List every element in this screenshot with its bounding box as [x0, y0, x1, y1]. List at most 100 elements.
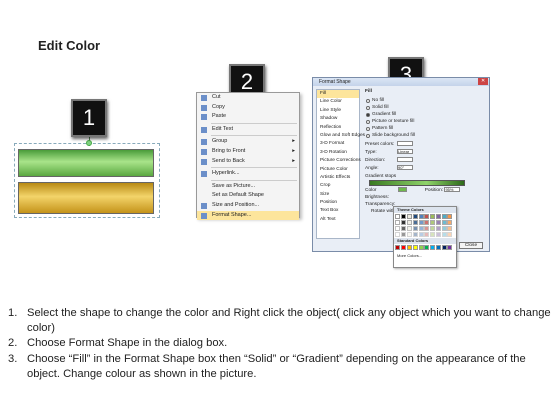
category-item[interactable]: Alt Text — [317, 216, 359, 224]
fill-option-radio[interactable]: Slide background fill — [365, 132, 487, 139]
category-item[interactable]: Picture Corrections — [317, 157, 361, 165]
gradient-stops-bar[interactable] — [369, 180, 465, 186]
color-swatch[interactable] — [435, 245, 441, 251]
color-swatch[interactable] — [441, 245, 447, 251]
color-swatch[interactable] — [441, 226, 447, 232]
menu-item-label: Format Shape... — [212, 211, 252, 218]
color-swatch[interactable] — [401, 220, 407, 226]
rotate-handle[interactable] — [86, 140, 92, 146]
color-swatch[interactable] — [412, 226, 418, 232]
color-swatch[interactable] — [406, 214, 412, 220]
close-button[interactable]: Close — [459, 242, 483, 249]
close-icon[interactable]: ✕ — [478, 78, 488, 85]
color-swatch[interactable] — [430, 232, 436, 238]
menu-item-group[interactable]: Group ▸ — [197, 137, 299, 147]
menu-item-cut[interactable]: Cut — [197, 93, 299, 103]
fill-option-radio[interactable]: No fill — [365, 97, 487, 104]
category-item[interactable]: Reflection — [317, 124, 359, 132]
color-swatch[interactable] — [430, 214, 436, 220]
category-item[interactable]: Text Box — [317, 207, 359, 215]
field-input[interactable]: 90° — [397, 165, 413, 170]
category-item[interactable]: 3-D Rotation — [317, 149, 359, 157]
field-input[interactable] — [397, 141, 413, 146]
category-item[interactable]: Line Color — [317, 98, 359, 106]
color-swatch[interactable] — [435, 226, 441, 232]
fill-option-radio[interactable]: Picture or texture fill — [365, 118, 487, 125]
color-swatch[interactable] — [441, 214, 447, 220]
color-swatch[interactable] — [395, 245, 401, 251]
menu-item-edit-text[interactable]: Edit Text — [197, 125, 299, 135]
color-swatch[interactable] — [424, 214, 430, 220]
menu-item-save-as-picture[interactable]: Save as Picture... — [197, 182, 299, 192]
color-swatch[interactable] — [424, 232, 430, 238]
color-swatch[interactable] — [418, 232, 424, 238]
category-item[interactable]: 3-D Format — [317, 140, 359, 148]
more-colors-item[interactable]: More Colors... — [394, 253, 456, 259]
category-item[interactable]: Glow and Soft Edges — [317, 132, 365, 140]
field-input[interactable] — [397, 157, 413, 162]
color-swatch[interactable] — [401, 245, 407, 251]
menu-item-size-and-position[interactable]: Size and Position... — [197, 201, 299, 211]
color-swatch[interactable] — [406, 226, 412, 232]
menu-item-set-as-default-shape[interactable]: Set as Default Shape — [197, 191, 299, 201]
color-swatch[interactable] — [418, 245, 424, 251]
color-swatch[interactable] — [447, 220, 453, 226]
color-swatch[interactable] — [424, 220, 430, 226]
color-swatch[interactable] — [406, 220, 412, 226]
color-swatch[interactable] — [435, 220, 441, 226]
color-swatch[interactable] — [395, 226, 401, 232]
category-item[interactable]: Fill — [317, 90, 359, 99]
category-item[interactable]: Crop — [317, 182, 359, 190]
fill-option-radio[interactable]: Solid fill — [365, 104, 487, 111]
color-swatch[interactable] — [447, 245, 453, 251]
fill-option-radio[interactable]: Gradient fill — [365, 111, 487, 118]
color-swatch[interactable] — [406, 232, 412, 238]
color-swatch[interactable] — [430, 226, 436, 232]
color-swatch[interactable] — [424, 226, 430, 232]
color-swatch[interactable] — [401, 232, 407, 238]
color-swatch[interactable] — [447, 232, 453, 238]
bring-front-icon — [201, 148, 207, 155]
green-bar-shape[interactable] — [18, 149, 154, 177]
field-input[interactable]: Linear — [397, 149, 413, 154]
color-swatch[interactable] — [435, 232, 441, 238]
gold-bar-shape[interactable] — [18, 182, 154, 214]
menu-item-paste[interactable]: Paste — [197, 112, 299, 122]
menu-item-copy[interactable]: Copy — [197, 103, 299, 113]
category-item[interactable]: Shadow — [317, 115, 359, 123]
category-item[interactable]: Line Style — [317, 107, 359, 115]
color-swatch[interactable] — [418, 214, 424, 220]
color-swatch[interactable] — [447, 214, 453, 220]
category-item[interactable]: Size — [317, 191, 359, 199]
menu-item-bring-to-front[interactable]: Bring to Front ▸ — [197, 147, 299, 157]
color-swatch[interactable] — [418, 226, 424, 232]
category-item[interactable]: Position — [317, 199, 359, 207]
color-swatch[interactable] — [447, 226, 453, 232]
color-swatch[interactable] — [418, 220, 424, 226]
size-icon — [201, 202, 207, 209]
position-input[interactable]: 95% — [444, 187, 461, 192]
color-picker-button[interactable] — [398, 187, 408, 192]
color-swatch[interactable] — [406, 245, 412, 251]
color-swatch[interactable] — [395, 220, 401, 226]
color-swatch[interactable] — [412, 220, 418, 226]
menu-item-format-shape[interactable]: Format Shape... — [197, 210, 299, 221]
color-swatch[interactable] — [412, 232, 418, 238]
category-item[interactable]: Artistic Effects — [317, 174, 359, 182]
category-item[interactable]: Picture Color — [317, 166, 359, 174]
color-swatch[interactable] — [401, 226, 407, 232]
menu-item-hyperlink[interactable]: Hyperlink... — [197, 169, 299, 179]
color-swatch[interactable] — [412, 245, 418, 251]
color-swatch[interactable] — [424, 245, 430, 251]
fill-option-radio[interactable]: Pattern fill — [365, 125, 487, 132]
color-swatch[interactable] — [395, 232, 401, 238]
menu-item-send-to-back[interactable]: Send to Back ▸ — [197, 157, 299, 167]
color-swatch[interactable] — [430, 220, 436, 226]
color-swatch[interactable] — [430, 245, 436, 251]
color-swatch[interactable] — [441, 220, 447, 226]
color-swatch[interactable] — [441, 232, 447, 238]
color-swatch[interactable] — [395, 214, 401, 220]
color-swatch[interactable] — [435, 214, 441, 220]
color-swatch[interactable] — [412, 214, 418, 220]
color-swatch[interactable] — [401, 214, 407, 220]
